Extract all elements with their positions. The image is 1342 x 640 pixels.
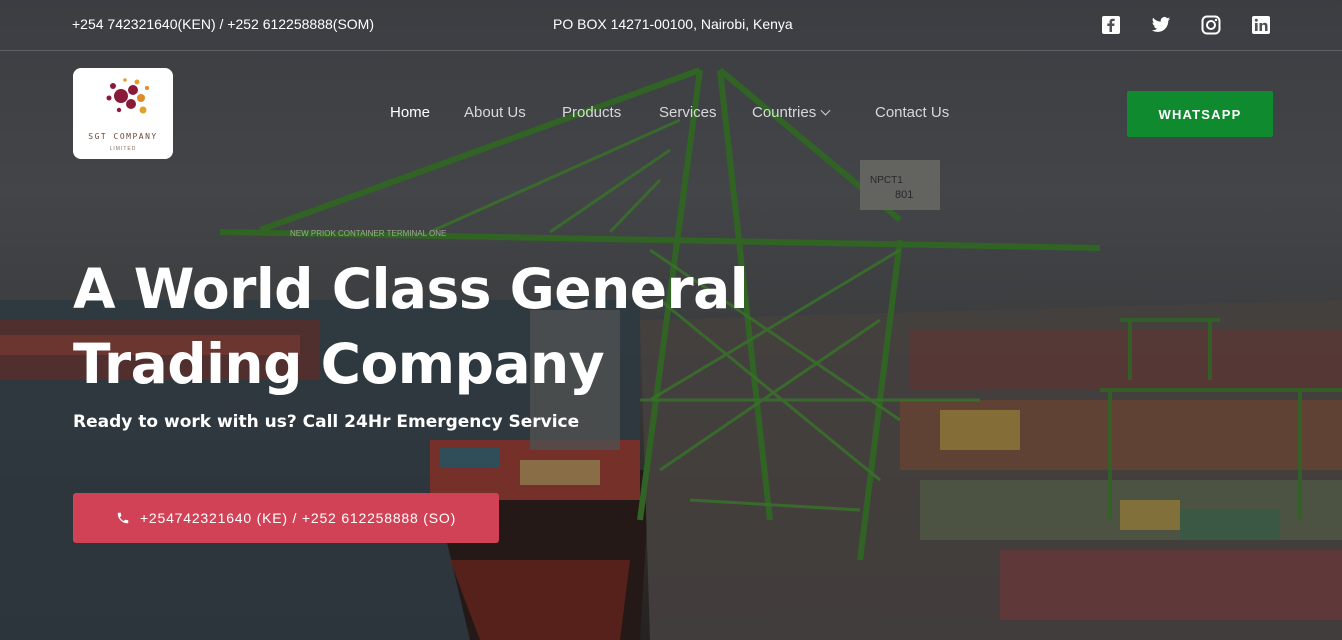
nav-item-countries[interactable]: Countries: [752, 104, 831, 121]
call-button-label: +254742321640 (KE) / +252 612258888 (SO): [139, 510, 457, 526]
hero-headline-line2: Trading Company: [73, 332, 605, 396]
topbar-phones: +254 742321640(KEN) / +252 612258888(SOM…: [72, 16, 374, 32]
nav-item-home[interactable]: Home: [390, 104, 430, 121]
logo-dots-icon: [106, 78, 149, 114]
company-logo[interactable]: SGT COMPANY LIMITED: [73, 68, 173, 159]
nav-item-countries-label: Countries: [752, 104, 817, 121]
topbar-address: PO BOX 14271-00100, Nairobi, Kenya: [553, 16, 793, 32]
call-button[interactable]: +254742321640 (KE) / +252 612258888 (SO): [73, 493, 499, 543]
twitter-icon[interactable]: [1150, 14, 1172, 36]
nav-item-contact-us[interactable]: Contact Us: [875, 104, 949, 121]
nav-item-products[interactable]: Products: [562, 104, 621, 121]
hero-headline-line1: A World Class General: [73, 257, 749, 321]
chevron-down-icon: [820, 105, 831, 116]
nav-item-services[interactable]: Services: [659, 104, 717, 121]
phone-icon: [117, 512, 129, 524]
whatsapp-button[interactable]: WHATSAPP: [1127, 91, 1273, 137]
top-bar: +254 742321640(KEN) / +252 612258888(SOM…: [0, 0, 1342, 51]
facebook-icon[interactable]: [1100, 14, 1122, 36]
logo-sub-text: LIMITED: [109, 146, 137, 152]
instagram-icon[interactable]: [1200, 14, 1222, 36]
logo-brand-text: SGT COMPANY: [88, 132, 158, 141]
hero-tagline: Ready to work with us? Call 24Hr Emergen…: [73, 412, 580, 432]
linkedin-icon[interactable]: [1250, 14, 1272, 36]
nav-item-about-us[interactable]: About Us: [464, 104, 526, 121]
hero-headline: A World Class General Trading Company: [73, 252, 773, 402]
